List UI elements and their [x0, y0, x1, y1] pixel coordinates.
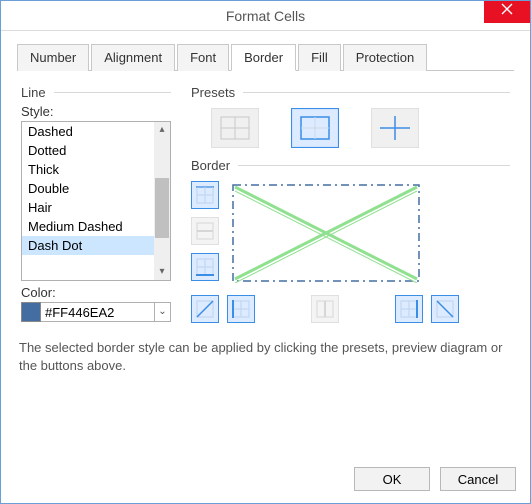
tab-strip: Number Alignment Font Border Fill Protec… [17, 43, 514, 71]
divider [238, 165, 510, 166]
preset-none-icon [220, 116, 250, 140]
presets-row [191, 102, 510, 158]
border-diag-down-button[interactable] [431, 295, 459, 323]
chevron-down-icon[interactable]: ⌄ [154, 303, 170, 321]
list-item[interactable]: Dotted [22, 141, 154, 160]
border-left-button[interactable] [227, 295, 255, 323]
format-cells-dialog: Format Cells Number Alignment Font Borde… [0, 0, 531, 504]
border-hmid-button[interactable] [191, 217, 219, 245]
tab-border[interactable]: Border [231, 44, 296, 71]
border-top-icon [196, 186, 214, 204]
scroll-track[interactable] [154, 138, 170, 264]
border-bottom-button[interactable] [191, 253, 219, 281]
scroll-down-icon[interactable]: ▾ [154, 264, 170, 280]
hint-text: The selected border style can be applied… [17, 339, 514, 374]
diagonal-up-icon [196, 300, 214, 318]
border-right-icon [400, 300, 418, 318]
list-item[interactable]: Double [22, 179, 154, 198]
list-item[interactable]: Dash Dot [22, 236, 154, 255]
preset-inside-icon [380, 116, 410, 140]
border-group-text: Border [191, 158, 230, 173]
dialog-content: Number Alignment Font Border Fill Protec… [1, 31, 530, 374]
color-swatch [21, 302, 41, 322]
side-buttons [191, 181, 219, 283]
list-item[interactable]: Thick [22, 160, 154, 179]
cancel-button[interactable]: Cancel [440, 467, 516, 491]
scrollbar[interactable]: ▴ ▾ [154, 122, 170, 280]
tab-font[interactable]: Font [177, 44, 229, 71]
line-group-label: Line [21, 85, 171, 100]
style-listbox[interactable]: Dashed Dotted Thick Double Hair Medium D… [21, 121, 171, 281]
color-label: Color: [21, 285, 171, 300]
style-list-inner: Dashed Dotted Thick Double Hair Medium D… [22, 122, 154, 280]
preset-outline-icon [300, 116, 330, 140]
preset-outline-button[interactable] [291, 108, 339, 148]
list-item[interactable]: Hair [22, 198, 154, 217]
border-vmid-button[interactable] [311, 295, 339, 323]
right-column: Presets Border [171, 85, 510, 323]
border-preview-svg [231, 183, 421, 283]
list-item[interactable]: Medium Dashed [22, 217, 154, 236]
scroll-up-icon[interactable]: ▴ [154, 122, 170, 138]
divider [243, 92, 510, 93]
diagonal-down-icon [436, 300, 454, 318]
border-panel: Line Style: Dashed Dotted Thick Double H… [17, 71, 514, 323]
color-value: #FF446EA2 [45, 305, 114, 320]
dialog-buttons: OK Cancel [354, 467, 516, 491]
list-item[interactable]: Dashed [22, 122, 154, 141]
border-area [191, 181, 510, 283]
border-preview[interactable] [231, 183, 421, 283]
tab-number[interactable]: Number [17, 44, 89, 71]
border-bottom-icon [196, 258, 214, 276]
scroll-thumb[interactable] [155, 178, 169, 238]
window-title: Format Cells [1, 1, 530, 31]
border-group-label: Border [191, 158, 510, 173]
line-group-text: Line [21, 85, 46, 100]
border-diag-up-button[interactable] [191, 295, 219, 323]
tab-protection[interactable]: Protection [343, 44, 428, 71]
line-column: Line Style: Dashed Dotted Thick Double H… [21, 85, 171, 323]
preset-none-button[interactable] [211, 108, 259, 148]
border-right-button[interactable] [395, 295, 423, 323]
preset-inside-button[interactable] [371, 108, 419, 148]
bottom-buttons [191, 295, 510, 323]
close-icon [501, 3, 513, 15]
divider [54, 92, 171, 93]
presets-group-label: Presets [191, 85, 510, 100]
ok-button[interactable]: OK [354, 467, 430, 491]
color-input[interactable]: #FF446EA2 ⌄ [41, 302, 171, 322]
border-left-icon [232, 300, 250, 318]
border-vmid-icon [316, 300, 334, 318]
tab-alignment[interactable]: Alignment [91, 44, 175, 71]
border-top-button[interactable] [191, 181, 219, 209]
tab-fill[interactable]: Fill [298, 44, 341, 71]
presets-group-text: Presets [191, 85, 235, 100]
color-picker[interactable]: #FF446EA2 ⌄ [21, 302, 171, 322]
border-hmid-icon [196, 222, 214, 240]
titlebar: Format Cells [1, 1, 530, 31]
style-label: Style: [21, 104, 171, 119]
close-button[interactable] [484, 1, 530, 23]
